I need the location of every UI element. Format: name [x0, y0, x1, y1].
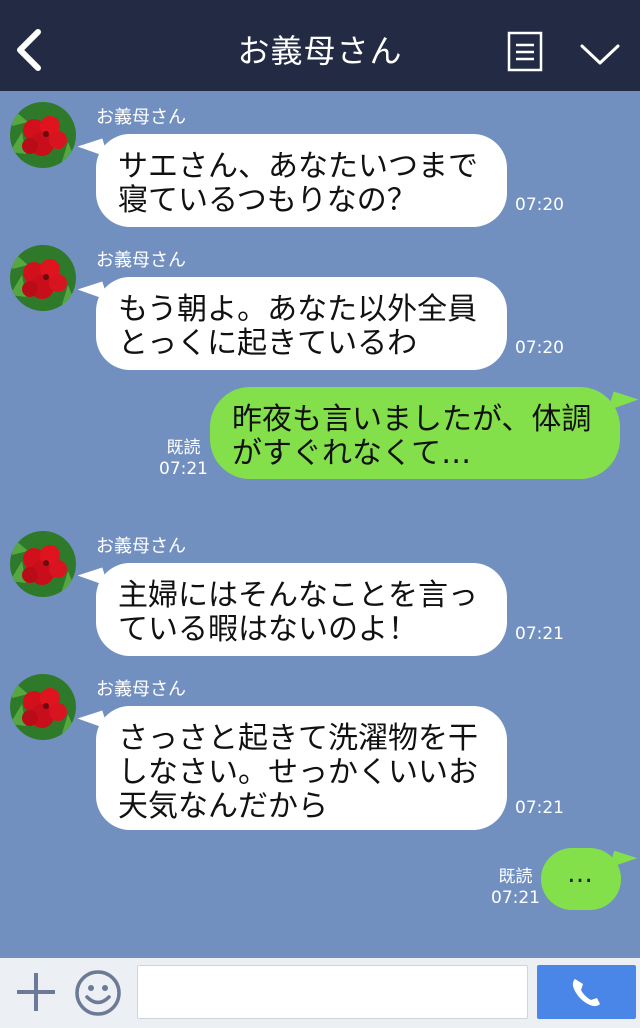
message-text: 昨夜も言いましたが、体調	[232, 402, 592, 437]
sender-name: お義母さん	[96, 250, 186, 271]
sender-name: お義母さん	[96, 679, 186, 700]
message-bubble-incoming[interactable]: 主婦にはそんなことを言っ ている暇はないのよ！	[96, 563, 507, 656]
message-text: とっくに起きているわ	[118, 326, 418, 361]
message-text: さっさと起きて洗濯物を干	[118, 721, 478, 756]
message-time: 07:21	[491, 888, 540, 908]
message-time: 07:21	[515, 798, 564, 818]
message-text: 寝ているつもりなの？	[118, 183, 417, 218]
menu-button[interactable]	[507, 31, 543, 72]
chat-title: お義母さん	[237, 32, 403, 70]
message-text: がすぐれなくて…	[232, 436, 472, 471]
message-bubble-incoming[interactable]: サエさん、あなたいつまで 寝ているつもりなの？	[96, 134, 507, 227]
avatar[interactable]	[10, 245, 76, 311]
avatar[interactable]	[10, 102, 76, 168]
read-receipt: 既読 07:21	[491, 867, 540, 909]
avatar[interactable]	[10, 674, 76, 740]
menu-icon	[507, 31, 543, 72]
flower-avatar-image	[10, 102, 76, 168]
message-text: もう朝よ。あなた以外全員	[118, 292, 478, 327]
flower-avatar-image	[10, 531, 76, 597]
message-text: …	[567, 859, 595, 889]
message-text: しなさい。せっかくいいお	[118, 755, 478, 790]
emoji-button[interactable]	[73, 968, 123, 1018]
message-bubble-outgoing[interactable]: 昨夜も言いましたが、体調 がすぐれなくて…	[210, 387, 620, 479]
sender-name: お義母さん	[96, 536, 186, 557]
message-time: 07:21	[515, 624, 564, 644]
phone-icon	[572, 979, 600, 1007]
sender-name: お義母さん	[96, 107, 186, 128]
chat-header: お義母さん	[0, 0, 640, 91]
avatar[interactable]	[10, 531, 76, 597]
message-time: 07:20	[515, 338, 564, 358]
message-bubble-incoming[interactable]: さっさと起きて洗濯物を干 しなさい。せっかくいいお 天気なんだから	[96, 706, 507, 830]
message-text: 主婦にはそんなことを言っ	[118, 578, 478, 613]
plus-icon	[17, 973, 55, 1011]
message-input[interactable]	[137, 965, 528, 1019]
read-label: 既読	[498, 867, 533, 887]
plus-button[interactable]	[14, 970, 58, 1014]
message-bubble-incoming[interactable]: もう朝よ。あなた以外全員 とっくに起きているわ	[96, 277, 507, 370]
read-label: 既読	[166, 438, 201, 458]
chevron-down-icon	[580, 44, 620, 65]
flower-avatar-image	[10, 674, 76, 740]
chat-area[interactable]: お義母さん サエさん、あなたいつまで 寝ているつもりなの？ 07:20 お義母さ…	[0, 91, 640, 958]
message-text: サエさん、あなたいつまで	[118, 149, 478, 184]
message-time: 07:20	[515, 195, 564, 215]
message-bubble-outgoing[interactable]: …	[541, 848, 621, 910]
call-button[interactable]	[537, 965, 636, 1019]
flower-avatar-image	[10, 245, 76, 311]
smiley-icon	[75, 970, 121, 1016]
message-text: ている暇はないのよ！	[118, 612, 418, 647]
input-bar	[0, 958, 640, 1028]
message-text: 天気なんだから	[118, 789, 328, 824]
read-receipt: 既読 07:21	[159, 438, 208, 480]
message-time: 07:21	[159, 459, 208, 479]
expand-button[interactable]	[578, 38, 622, 68]
